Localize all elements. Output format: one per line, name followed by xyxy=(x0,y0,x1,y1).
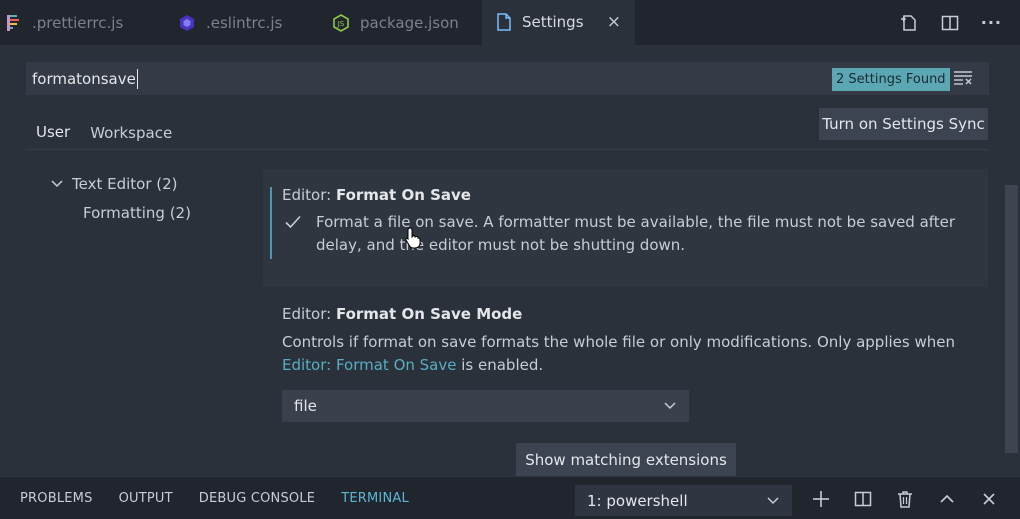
settings-file-icon xyxy=(496,13,512,31)
prettier-file-icon xyxy=(6,14,22,32)
toc-item-formatting[interactable]: Formatting (2) xyxy=(50,202,191,224)
tab-user[interactable]: User xyxy=(26,115,81,150)
editor-actions: ··· xyxy=(899,0,1002,45)
setting-title: Editor: Format On Save Mode xyxy=(282,305,972,323)
select-value: file xyxy=(294,397,317,415)
settings-search-box[interactable]: formatonsave 2 Settings Found xyxy=(26,62,989,95)
setting-name: Format On Save xyxy=(335,186,471,204)
search-input[interactable]: formatonsave xyxy=(26,68,138,89)
hand-cursor-icon xyxy=(405,227,421,253)
terminal-select[interactable]: 1: powershell xyxy=(575,485,792,516)
toc-label: Formatting (2) xyxy=(83,204,191,222)
bottom-panel: PROBLEMS OUTPUT DEBUG CONSOLE TERMINAL 1… xyxy=(0,476,1020,519)
description-text: Controls if format on save formats the w… xyxy=(282,333,955,351)
setting-format-on-save: Editor: Format On Save Format a file on … xyxy=(263,169,988,287)
setting-description: Controls if format on save formats the w… xyxy=(282,331,972,377)
tab-label: package.json xyxy=(360,13,459,32)
kill-terminal-icon[interactable] xyxy=(894,490,916,508)
tab-output[interactable]: OUTPUT xyxy=(119,491,173,506)
split-terminal-icon[interactable] xyxy=(852,490,874,508)
split-editor-icon[interactable] xyxy=(941,14,959,32)
eslint-file-icon xyxy=(178,14,196,32)
tab-label: .eslintrc.js xyxy=(206,13,283,32)
select-value: 1: powershell xyxy=(587,491,688,510)
setting-category: Editor: xyxy=(282,186,336,204)
setting-title: Editor: Format On Save xyxy=(282,186,471,204)
nodejs-file-icon: JS xyxy=(332,13,350,32)
close-icon[interactable]: × xyxy=(607,12,621,32)
show-matching-extensions-button[interactable]: Show matching extensions xyxy=(516,443,736,476)
setting-name: Format On Save Mode xyxy=(335,305,523,323)
settings-editor: formatonsave 2 Settings Found User Works… xyxy=(0,45,1020,476)
panel-actions xyxy=(810,477,1000,519)
description-text: is enabled. xyxy=(456,356,544,374)
format-on-save-mode-select[interactable]: file xyxy=(282,390,689,422)
tab-problems[interactable]: PROBLEMS xyxy=(20,491,93,506)
tab-package-json[interactable]: JS package.json xyxy=(318,0,482,45)
setting-format-on-save-mode: Editor: Format On Save Mode Controls if … xyxy=(282,305,972,422)
tab-prettierrc[interactable]: .prettierrc.js xyxy=(0,0,164,45)
tab-label: Settings xyxy=(522,13,584,31)
results-count-badge: 2 Settings Found xyxy=(832,68,950,91)
tab-debug-console[interactable]: DEBUG CONSOLE xyxy=(199,491,315,506)
tab-terminal[interactable]: TERMINAL xyxy=(341,491,409,506)
scrollbar[interactable] xyxy=(1005,185,1018,453)
open-settings-json-icon[interactable] xyxy=(899,13,919,33)
chevron-down-icon[interactable] xyxy=(50,177,72,191)
svg-text:JS: JS xyxy=(337,20,345,28)
more-actions-icon[interactable]: ··· xyxy=(981,13,1002,32)
panel-tabs: PROBLEMS OUTPUT DEBUG CONSOLE TERMINAL xyxy=(20,477,409,519)
settings-toc: Text Editor (2) Formatting (2) xyxy=(50,173,191,224)
tab-eslintrc[interactable]: .eslintrc.js xyxy=(164,0,318,45)
toc-item-text-editor[interactable]: Text Editor (2) xyxy=(50,173,191,195)
chevron-down-icon xyxy=(766,494,780,508)
format-on-save-link[interactable]: Editor: Format On Save xyxy=(282,356,456,374)
tab-settings[interactable]: Settings × xyxy=(482,0,635,45)
tab-label: .prettierrc.js xyxy=(32,13,124,32)
new-terminal-icon[interactable] xyxy=(810,490,832,508)
divider xyxy=(26,149,989,150)
maximize-panel-icon[interactable] xyxy=(936,491,958,507)
turn-on-settings-sync-button[interactable]: Turn on Settings Sync xyxy=(819,108,988,140)
tab-workspace[interactable]: Workspace xyxy=(80,115,182,150)
settings-scope-tabs: User Workspace xyxy=(26,115,182,150)
editor-tab-bar: .prettierrc.js .eslintrc.js JS package.j… xyxy=(0,0,1020,45)
chevron-down-icon xyxy=(663,399,677,413)
focus-indicator xyxy=(270,187,272,259)
toc-label: Text Editor (2) xyxy=(72,175,178,193)
format-on-save-checkbox[interactable] xyxy=(284,213,302,235)
close-panel-icon[interactable] xyxy=(978,491,1000,507)
clear-filter-icon[interactable] xyxy=(953,69,973,91)
setting-category: Editor: xyxy=(282,305,336,323)
